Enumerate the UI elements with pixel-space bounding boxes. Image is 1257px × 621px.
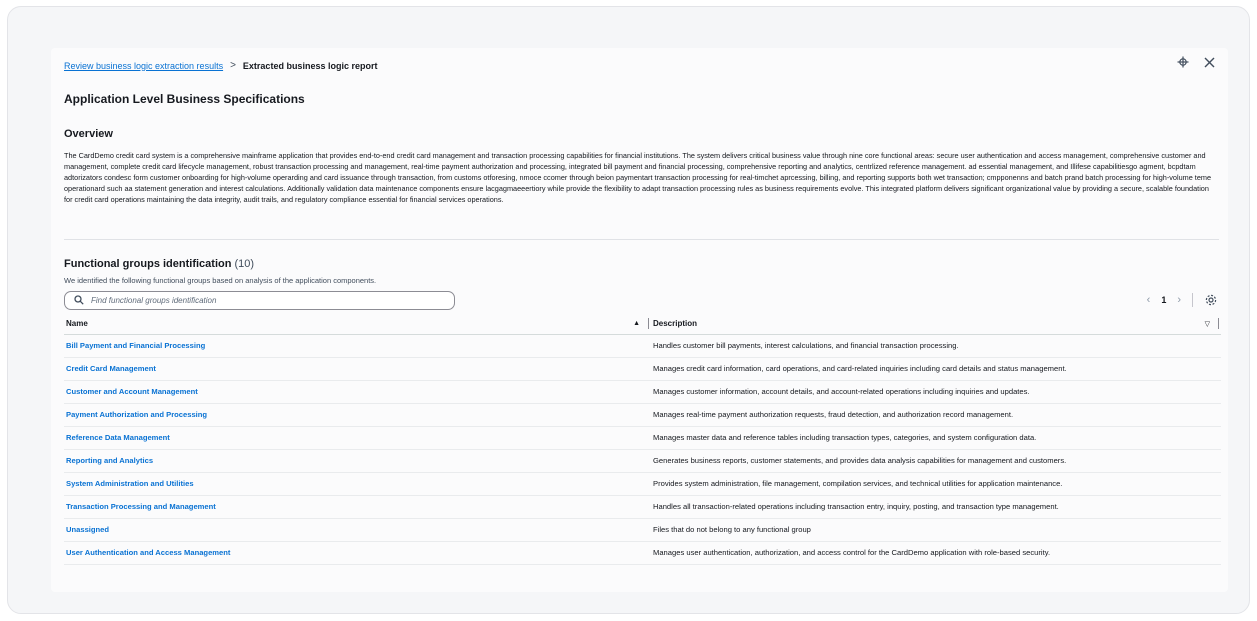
pagination: ‹ 1 › xyxy=(1147,293,1218,307)
table-row: Customer and Account Management Manages … xyxy=(64,380,1221,404)
search-icon xyxy=(74,292,84,310)
column-description-label: Description xyxy=(653,319,698,329)
sort-toggle-icon[interactable]: ▽ xyxy=(1205,320,1210,328)
header-actions xyxy=(1176,55,1216,69)
table-row: Credit Card Management Manages credit ca… xyxy=(64,357,1221,381)
gear-icon[interactable] xyxy=(1204,293,1218,307)
table-row: System Administration and Utilities Prov… xyxy=(64,472,1221,496)
sort-ascending-icon[interactable]: ▲ xyxy=(633,320,640,327)
group-description: Manages real-time payment authorization … xyxy=(651,403,1221,427)
functional-groups-title: Functional groups identification xyxy=(64,258,232,270)
group-name-link[interactable]: Bill Payment and Financial Processing xyxy=(66,341,205,350)
close-icon[interactable] xyxy=(1202,55,1216,69)
breadcrumb-current: Extracted business logic report xyxy=(242,60,378,71)
group-name-link[interactable]: Reference Data Management xyxy=(66,433,170,442)
page-title: Application Level Business Specification… xyxy=(64,92,305,106)
group-description: Handles customer bill payments, interest… xyxy=(651,334,1221,358)
overview-text: The CardDemo credit card system is a com… xyxy=(64,151,1212,204)
search-input[interactable] xyxy=(91,296,431,305)
group-name-link[interactable]: Payment Authorization and Processing xyxy=(66,410,207,419)
group-description: Manages customer information, account de… xyxy=(651,380,1221,404)
group-description: Manages master data and reference tables… xyxy=(651,426,1221,450)
group-name-link[interactable]: System Administration and Utilities xyxy=(66,479,194,488)
breadcrumb-parent-link[interactable]: Review business logic extraction results xyxy=(64,61,223,71)
report-panel: Review business logic extraction results… xyxy=(51,48,1228,592)
group-description: Manages credit card information, card op… xyxy=(651,357,1221,381)
column-resizer[interactable] xyxy=(648,318,649,330)
previous-page-button[interactable]: ‹ xyxy=(1147,294,1151,306)
overview-heading: Overview xyxy=(64,128,113,140)
table-row: Unassigned Files that do not belong to a… xyxy=(64,518,1221,542)
group-name-link[interactable]: Unassigned xyxy=(66,525,109,534)
group-name-link[interactable]: User Authentication and Access Managemen… xyxy=(66,548,230,557)
group-name-link[interactable]: Reporting and Analytics xyxy=(66,456,153,465)
table-row: Payment Authorization and Processing Man… xyxy=(64,403,1221,427)
table-row: Bill Payment and Financial Processing Ha… xyxy=(64,334,1221,358)
crosshair-icon[interactable] xyxy=(1176,55,1190,69)
group-description: Files that do not belong to any function… xyxy=(651,518,1221,542)
pagination-divider xyxy=(1192,293,1193,307)
column-resizer[interactable] xyxy=(1218,318,1219,330)
group-description: Handles all transaction-related operatio… xyxy=(651,495,1221,519)
table-row: Reporting and Analytics Generates busine… xyxy=(64,449,1221,473)
breadcrumb-separator: > xyxy=(230,60,236,71)
group-description: Provides system administration, file man… xyxy=(651,472,1221,496)
table-row: Transaction Processing and Management Ha… xyxy=(64,495,1221,519)
functional-groups-subtitle: We identified the following functional g… xyxy=(64,276,377,285)
column-header-description[interactable]: Description ▽ xyxy=(651,314,1221,335)
page-number-button[interactable]: 1 xyxy=(1161,295,1166,305)
column-header-name[interactable]: Name ▲ xyxy=(64,314,651,335)
group-description: Generates business reports, customer sta… xyxy=(651,449,1221,473)
breadcrumb: Review business logic extraction results… xyxy=(64,60,377,71)
table-row: User Authentication and Access Managemen… xyxy=(64,541,1221,565)
functional-groups-count: (10) xyxy=(234,258,255,270)
group-name-link[interactable]: Customer and Account Management xyxy=(66,387,198,396)
window-frame: Review business logic extraction results… xyxy=(7,6,1250,614)
column-name-label: Name xyxy=(66,319,88,329)
table-row: Reference Data Management Manages master… xyxy=(64,426,1221,450)
group-name-link[interactable]: Transaction Processing and Management xyxy=(66,502,216,511)
next-page-button[interactable]: › xyxy=(1177,294,1181,306)
section-divider xyxy=(64,239,1219,240)
table-header-row: Name ▲ Description ▽ xyxy=(64,314,1221,335)
table-body: Bill Payment and Financial Processing Ha… xyxy=(64,334,1221,565)
group-description: Manages user authentication, authorizati… xyxy=(651,541,1221,565)
functional-groups-table: Name ▲ Description ▽ Bill Payment and Fi… xyxy=(64,314,1221,565)
group-name-link[interactable]: Credit Card Management xyxy=(66,364,156,373)
functional-groups-heading: Functional groups identification (10) xyxy=(64,258,254,270)
search-box xyxy=(64,291,455,310)
